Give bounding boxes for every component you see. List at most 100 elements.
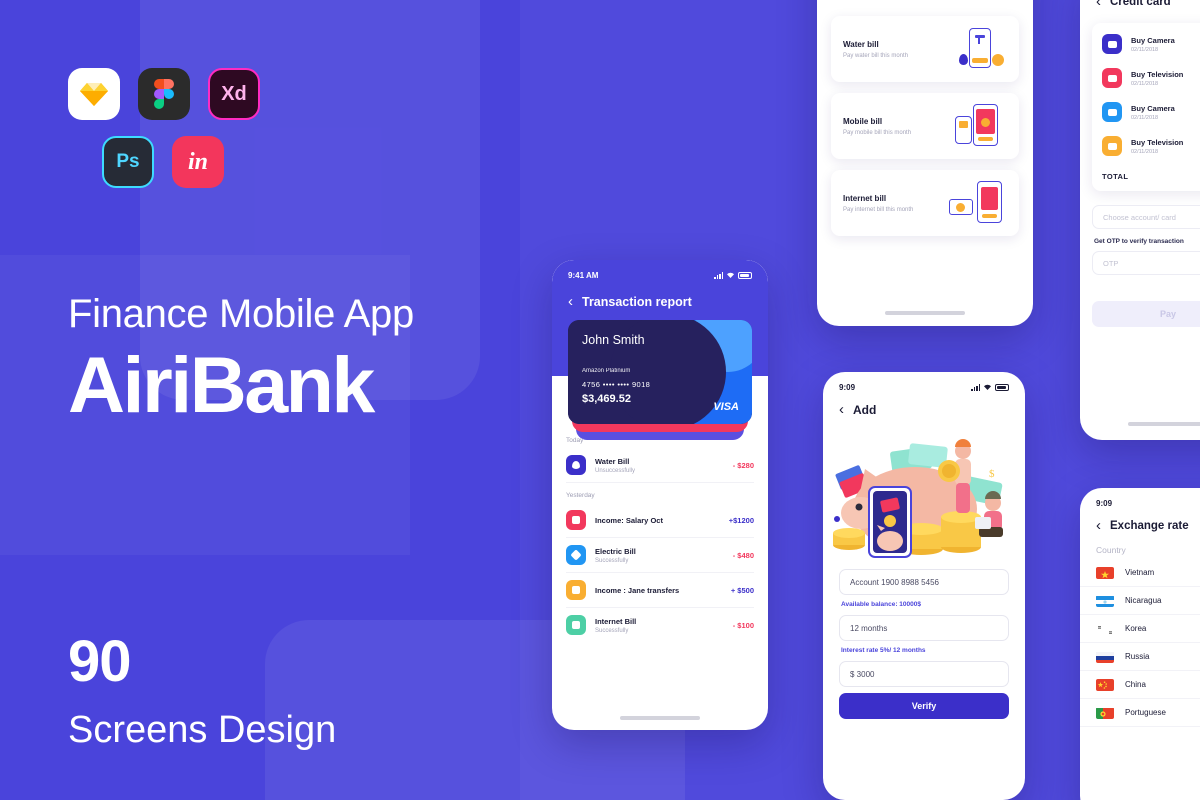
transaction-amount: - $100 [732,620,754,630]
choose-account-field[interactable]: Choose account/ card [1092,205,1200,229]
transaction-title: Income : Jane transfers [595,585,680,595]
wifi-icon [727,272,734,278]
country-name: Portuguese [1125,708,1166,717]
transaction-title: Income: Salary Oct [595,515,663,525]
country-row[interactable]: Vietnam [1080,559,1200,587]
transaction-list: Today Water Bill Unsuccessfully - $280 Y… [552,428,768,730]
transaction-row[interactable]: Internet Bill Successfully - $100 [566,608,754,642]
bill-title: Water bill [843,39,879,49]
credit-card-navbar: ‹ Credit card [1080,0,1200,9]
camera-icon [1102,102,1122,122]
nicaragua-flag [1096,594,1114,607]
credit-item-date: 02/11/2018 [1131,148,1159,155]
transaction-status: Successfully [595,557,629,564]
status-icons [971,383,1009,391]
bills-screen: Water bill Pay water bill this month Mob… [817,0,1033,326]
home-indicator [620,716,700,720]
back-chevron-icon[interactable]: ‹ [1096,518,1101,533]
transaction-amount: - $280 [732,460,754,470]
bill-subtitle: Pay water bill this month [843,52,909,59]
transaction-amount: - $480 [732,550,754,560]
screens-count-block: 90 Screens Design [68,628,336,752]
status-bar: 9:09 [1080,488,1200,508]
design-tool-icons: Xd Ps in [68,68,328,188]
add-form: Account 1900 8988 5456 Available balance… [823,569,1025,719]
credit-card-visual[interactable]: John Smith Amazon Platinium 4756 •••• ••… [568,320,752,424]
sketch-icon [68,68,120,120]
transaction-row[interactable]: Electric Bill Successfully - $480 [566,538,754,573]
bill-title: Mobile bill [843,116,883,126]
korea-flag [1096,622,1114,635]
credit-item-label: Buy Camera [1131,35,1175,45]
bill-title: Internet bill [843,193,887,203]
hero-title: AiriBank [68,340,375,429]
credit-item-date: 02/11/2018 [1131,80,1159,87]
account-field[interactable]: Account 1900 8988 5456 [839,569,1009,595]
add-title: Add [853,402,877,417]
pay-button[interactable]: Pay [1092,301,1200,327]
hero-text: Finance Mobile App AiriBank [68,292,414,431]
available-balance-note: Available balance: 10000$ [841,601,921,608]
transaction-row[interactable]: Water Bill Unsuccessfully - $280 [566,448,754,483]
country-row[interactable]: Korea [1080,615,1200,643]
china-flag [1096,678,1114,691]
amount-field[interactable]: $ 3000 [839,661,1009,687]
television-icon [1102,68,1122,88]
home-indicator [885,311,965,315]
water-drop-icon [566,455,586,475]
country-row[interactable]: Portuguese [1080,699,1200,727]
credit-transaction-row[interactable]: Buy Television 02/11/2018 [1102,129,1200,163]
credit-payment-form: Choose account/ card Get OTP to verify t… [1092,205,1200,275]
bill-card[interactable]: Mobile bill Pay mobile bill this month [831,93,1019,159]
country-row[interactable]: China [1080,671,1200,699]
credit-transaction-row[interactable]: Buy Camera 02/11/2018 [1102,95,1200,129]
transaction-title: Transaction report [582,294,692,309]
transaction-row[interactable]: Income: Salary Oct +$1200 [566,503,754,538]
interest-rate-note: Interest rate 5%/ 12 months [841,647,926,654]
transaction-title: Electric Bill [595,546,636,556]
card-type: Amazon Platinium [582,368,631,374]
signal-icon [971,383,980,391]
verify-button[interactable]: Verify [839,693,1009,719]
country-row[interactable]: Nicaragua [1080,587,1200,615]
internet-router-art [947,181,1007,225]
signal-icon [714,271,723,279]
hero-subtitle: Finance Mobile App [68,292,414,336]
exchange-navbar: ‹ Exchange rate [1080,508,1200,533]
country-name: Nicaragua [1125,596,1162,605]
credit-transaction-row[interactable]: Buy Television 02/11/2018 [1102,61,1200,95]
bills-list: Water bill Pay water bill this month Mob… [817,0,1033,236]
visa-logo: VISA [713,401,739,413]
term-field[interactable]: 12 months [839,615,1009,641]
bill-card[interactable]: Water bill Pay water bill this month [831,16,1019,82]
home-indicator [1128,422,1200,426]
document-icon [566,580,586,600]
country-column-label: Country [1096,545,1126,555]
portugal-flag [1096,707,1114,719]
transaction-status: Successfully [595,627,629,634]
otp-note: Get OTP to verify transaction [1094,238,1184,245]
country-name: China [1125,680,1146,689]
transaction-title: Internet Bill [595,616,637,626]
country-name: Vietnam [1125,568,1155,577]
invision-icon: in [172,136,224,188]
transaction-row[interactable]: Income : Jane transfers + $500 [566,573,754,608]
country-name: Russia [1125,652,1150,661]
country-name: Korea [1125,624,1147,633]
back-chevron-icon[interactable]: ‹ [1096,0,1101,9]
otp-input[interactable]: OTP [1092,251,1200,275]
card-holder-name: John Smith [582,333,645,347]
credit-item-label: Buy Television [1131,137,1184,147]
transaction-status: Unsuccessfully [595,467,636,474]
country-row[interactable]: Russia [1080,643,1200,671]
status-bar: 9:09 [823,372,1025,394]
back-chevron-icon[interactable]: ‹ [568,294,573,309]
bill-card[interactable]: Internet bill Pay internet bill this mon… [831,170,1019,236]
status-bar: 9:41 AM [552,260,768,284]
credit-transaction-row[interactable]: Buy Camera 02/11/2018 [1102,27,1200,61]
svg-text:$: $ [989,468,995,480]
vietnam-flag [1096,566,1114,579]
credit-item-label: Buy Television [1131,69,1184,79]
back-chevron-icon[interactable]: ‹ [839,402,844,417]
credit-item-date: 02/11/2018 [1131,46,1159,53]
